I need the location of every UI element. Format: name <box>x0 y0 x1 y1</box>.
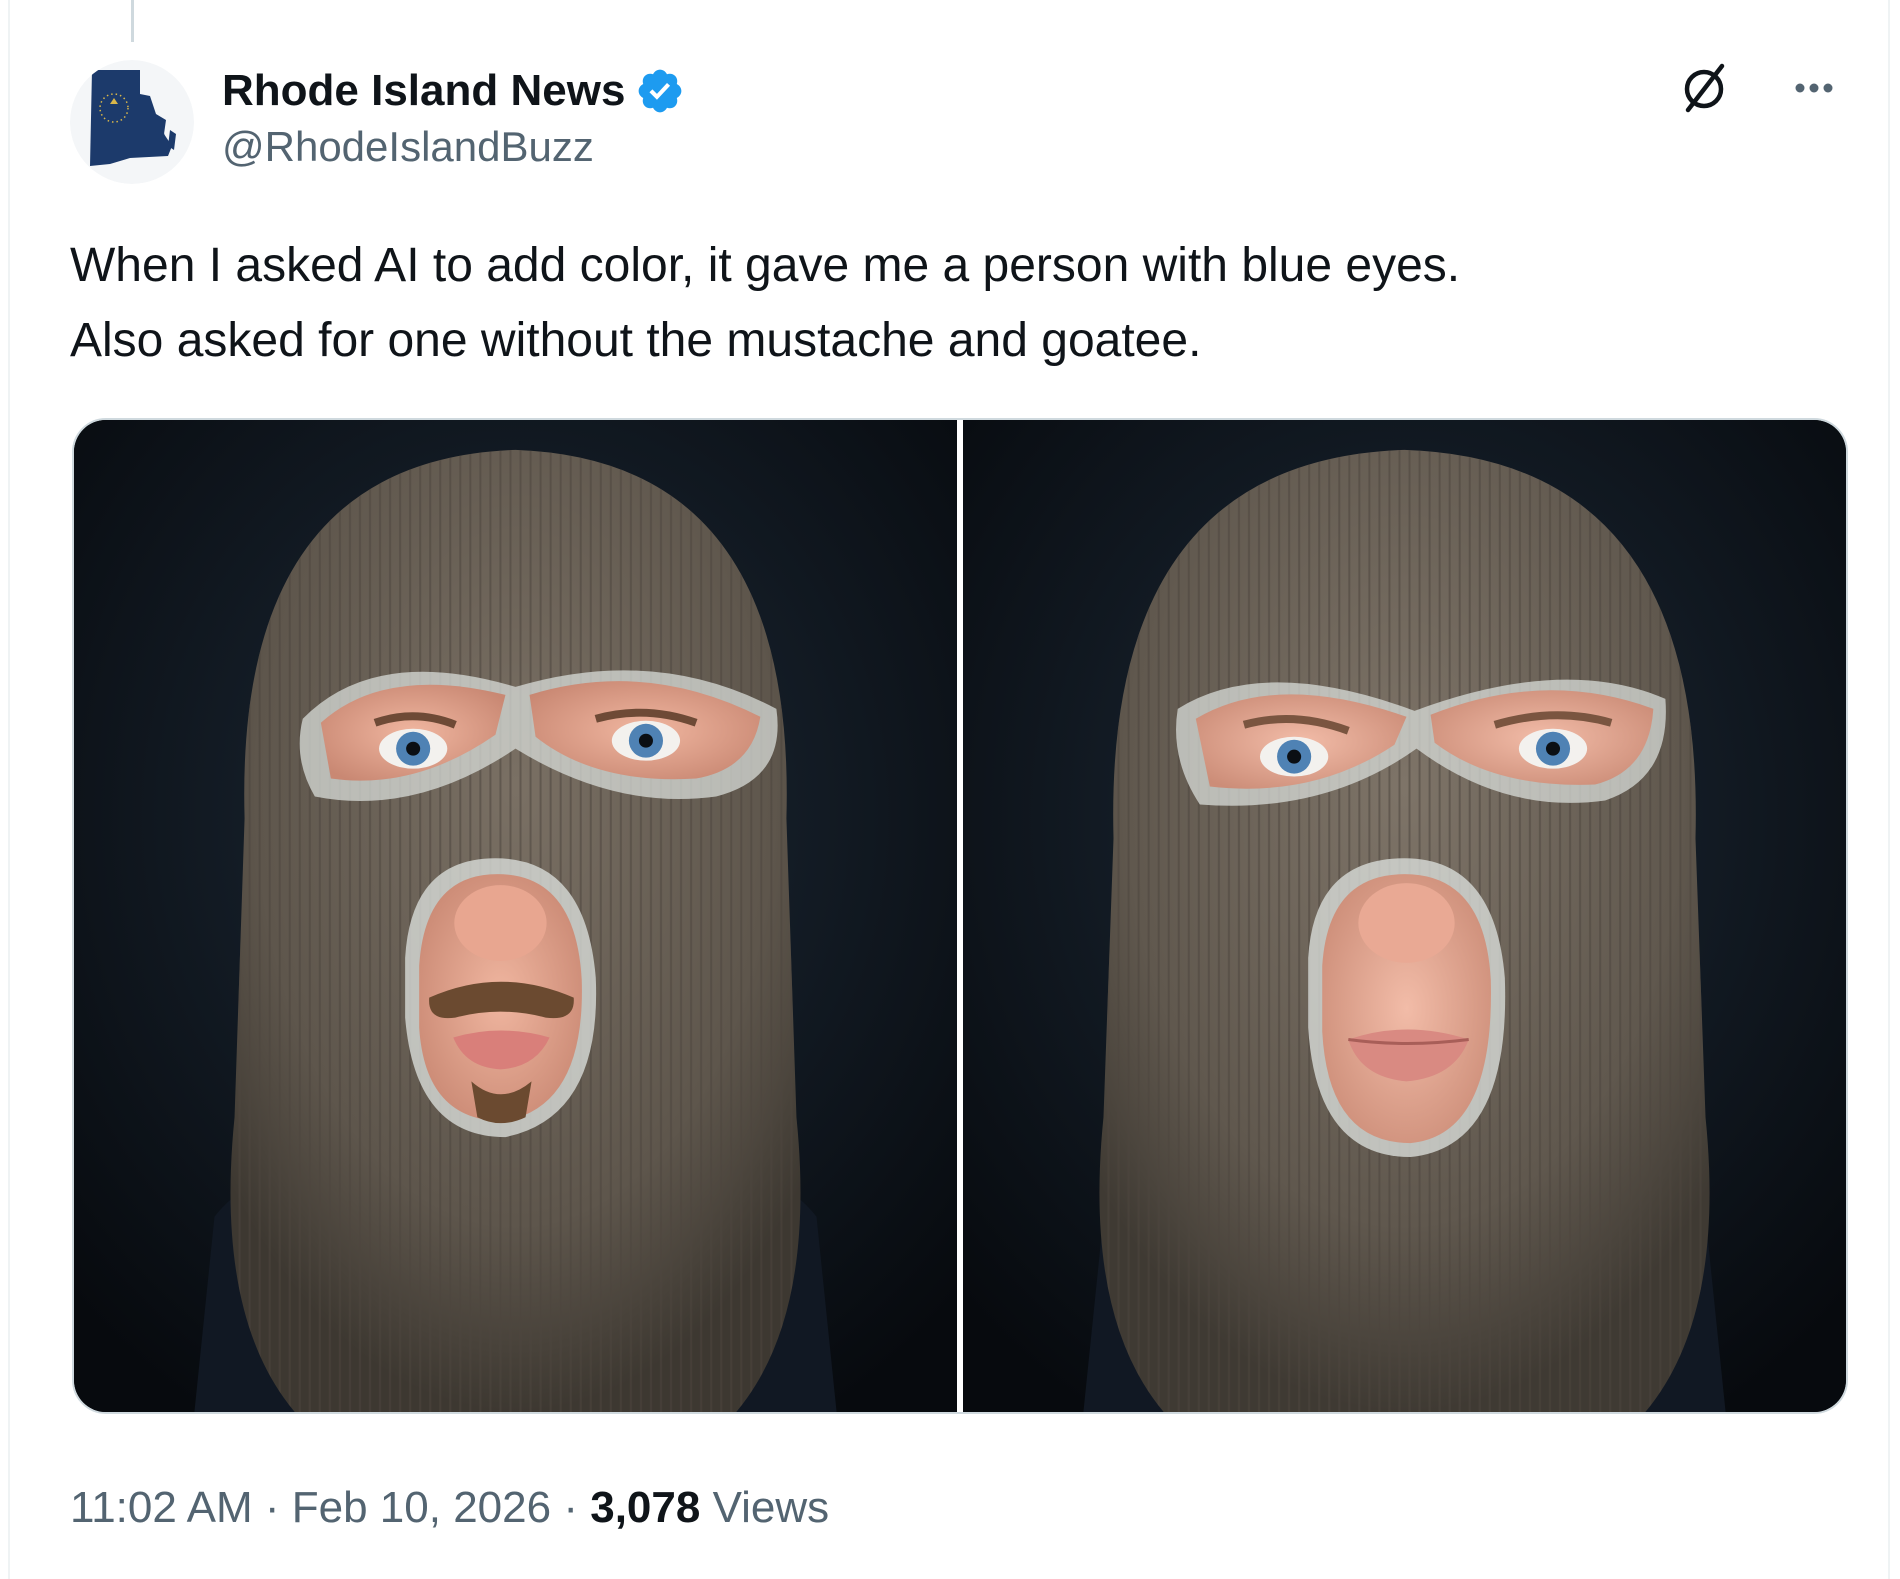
balaclava-photo-clean-shaven <box>963 420 1846 1412</box>
display-name-text: Rhode Island News <box>222 66 626 115</box>
tweet-time[interactable]: 11:02 AM <box>70 1483 253 1532</box>
balaclava-photo-with-goatee <box>74 420 957 1412</box>
rhode-island-map-icon <box>70 60 194 184</box>
grok-button[interactable] <box>1674 58 1734 118</box>
views-label: Views <box>712 1483 830 1532</box>
meta-separator-1: · <box>264 1483 280 1532</box>
verified-badge-icon <box>639 69 682 113</box>
tweet-text-line-2: Also asked for one without the mustache … <box>70 314 1202 367</box>
views-count: 3,078 <box>590 1483 701 1532</box>
tweet-card: Rhode Island News @RhodeIslandBuzz When … <box>8 0 1890 1579</box>
media-photo-2[interactable] <box>957 420 1846 1412</box>
tweet-date[interactable]: Feb 10, 2026 <box>292 1483 551 1532</box>
more-dots-icon <box>1795 83 1833 93</box>
meta-separator-2: · <box>563 1483 578 1532</box>
author-avatar[interactable] <box>70 60 194 184</box>
tweet-text-line-1: When I asked AI to add color, it gave me… <box>70 239 1461 292</box>
grok-slash-icon <box>1684 63 1725 113</box>
tweet-media-grid <box>72 418 1848 1414</box>
tweet-meta: 11:02 AM · Feb 10, 2026 · 3,078 Views <box>70 1478 829 1538</box>
author-display-name[interactable]: Rhode Island News <box>222 64 685 118</box>
media-photo-1[interactable] <box>74 420 957 1412</box>
tweet-text: When I asked AI to add color, it gave me… <box>70 228 1830 378</box>
thread-connector-line <box>131 0 134 42</box>
author-handle[interactable]: @RhodeIslandBuzz <box>222 118 685 176</box>
more-options-button[interactable] <box>1784 58 1844 118</box>
